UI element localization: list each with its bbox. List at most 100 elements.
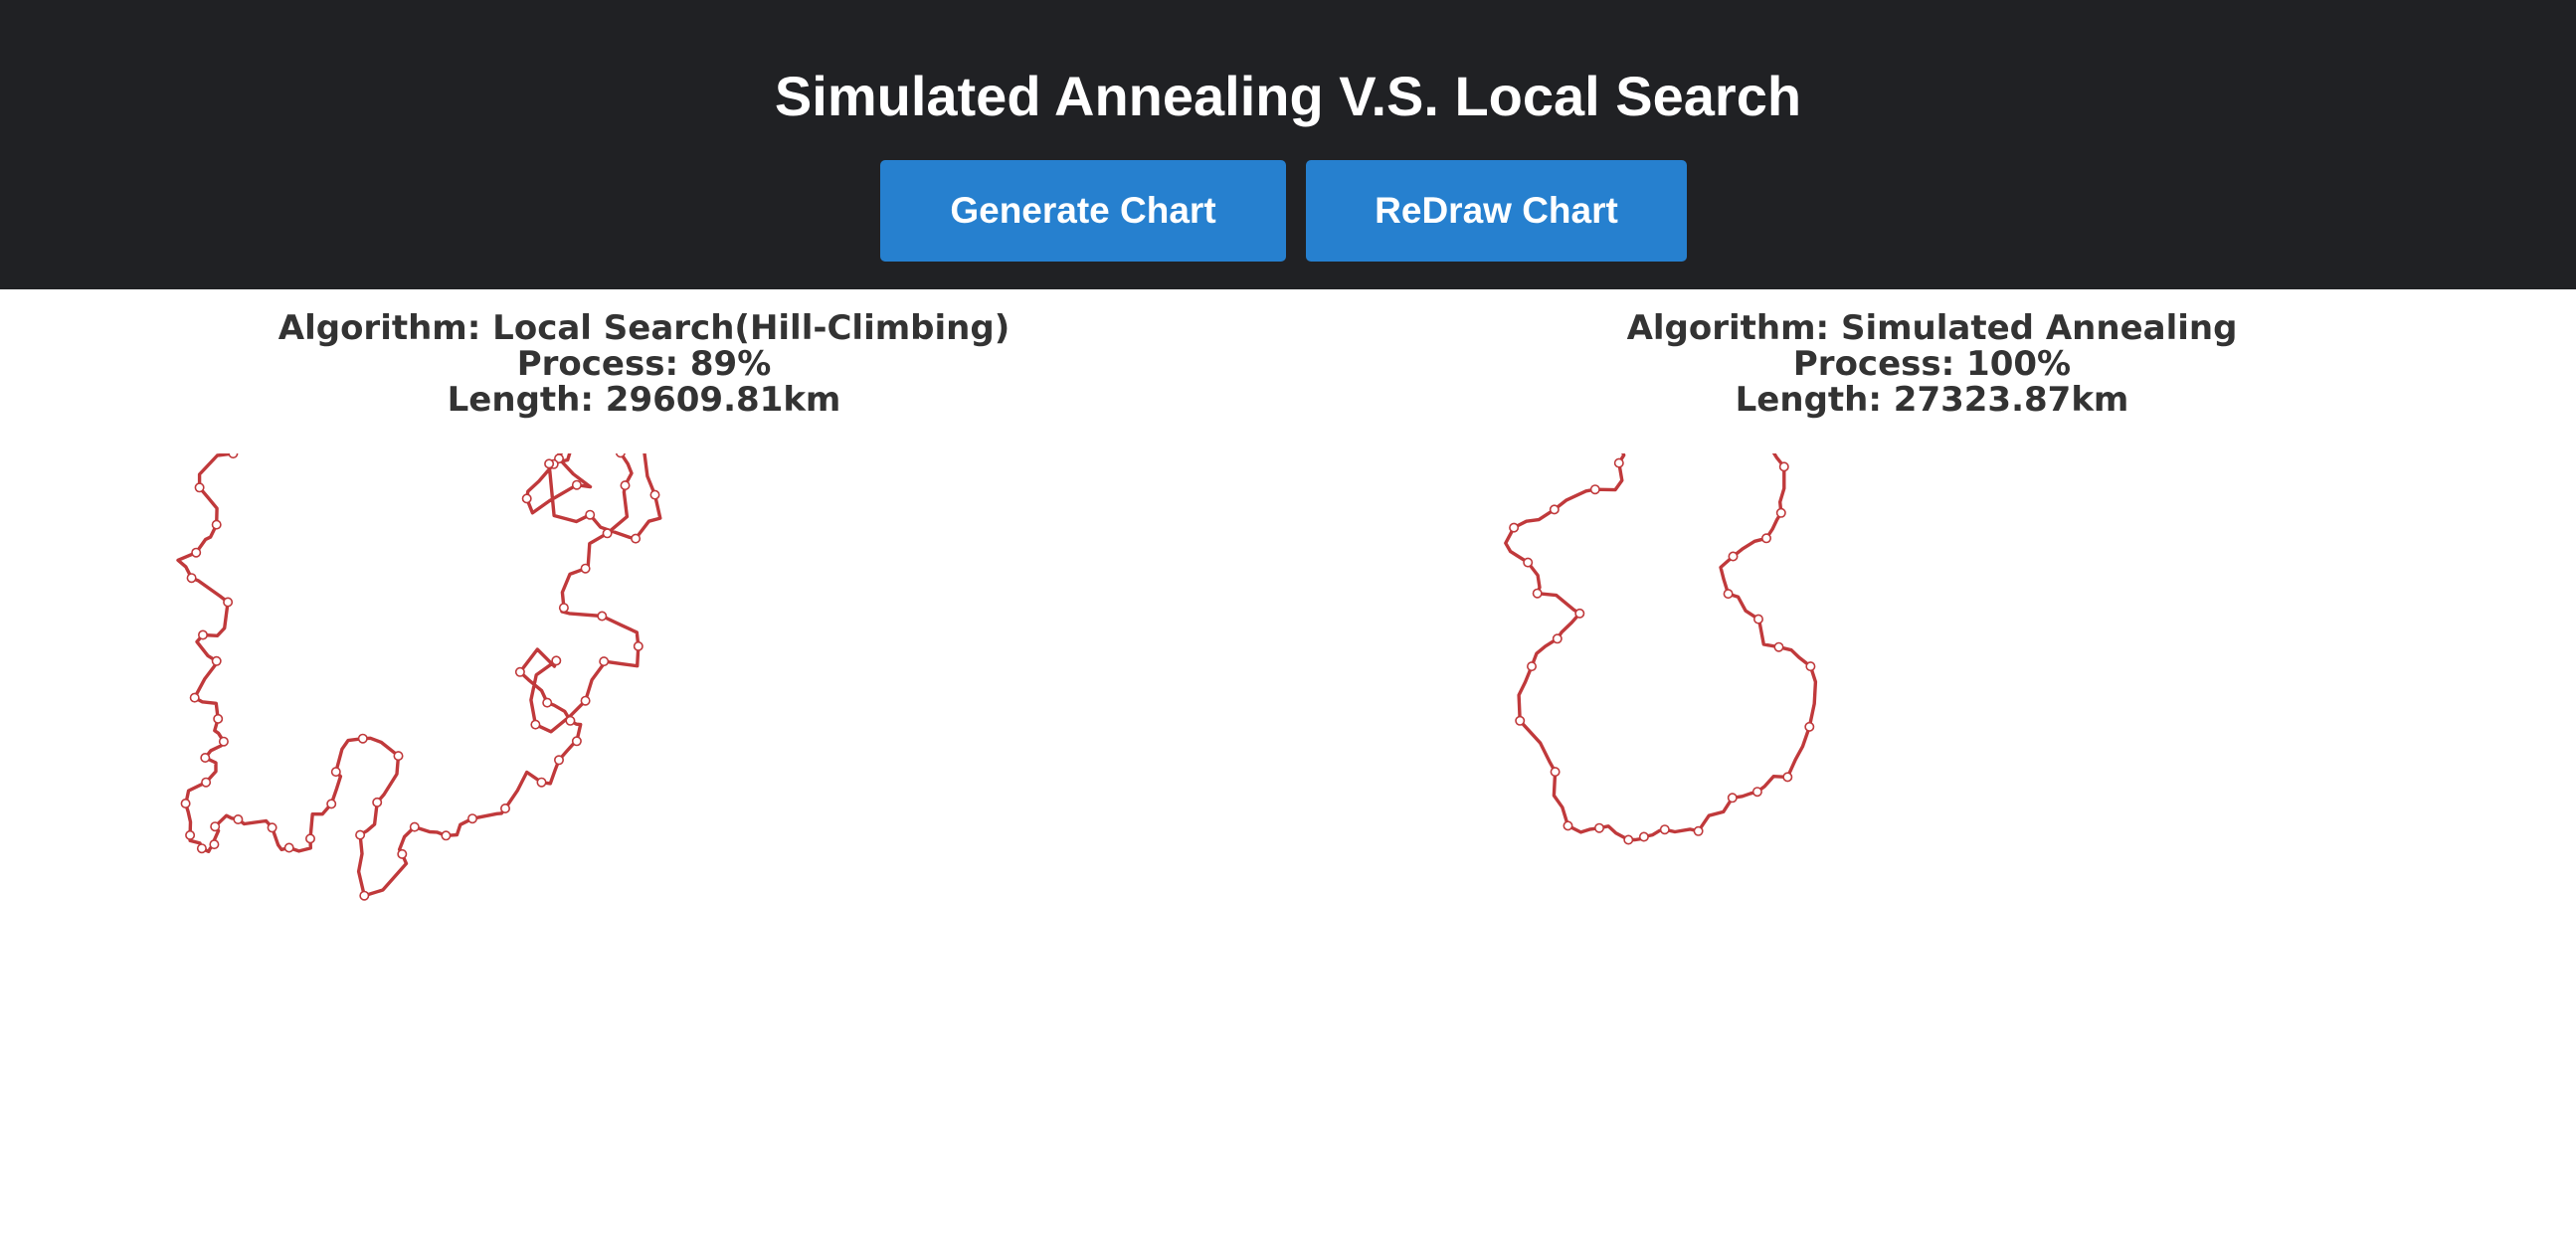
algorithm-label: Algorithm: Simulated Annealing	[1626, 308, 2238, 348]
city-point	[393, 751, 404, 762]
city-point	[305, 833, 316, 844]
city-point	[542, 697, 553, 708]
city-point	[565, 715, 576, 726]
city-point	[196, 843, 207, 854]
city-point	[441, 830, 452, 841]
city-point	[1509, 522, 1520, 533]
city-point	[1727, 793, 1738, 803]
simulated-annealing-tour-chart	[1504, 453, 1818, 845]
city-point	[1523, 557, 1534, 568]
city-point	[602, 528, 613, 539]
city-point	[571, 479, 582, 490]
city-point	[536, 777, 547, 788]
city-point	[1751, 787, 1762, 798]
city-point	[372, 797, 383, 807]
tour-path	[1504, 453, 1818, 842]
city-point	[1773, 641, 1784, 652]
city-point	[1552, 633, 1563, 644]
city-point	[615, 453, 626, 458]
length-label: Length: 29609.81km	[447, 380, 841, 420]
app-header: Simulated Annealing V.S. Local Search Ge…	[0, 0, 2576, 289]
city-point	[213, 713, 224, 724]
city-point	[1515, 715, 1526, 726]
city-point	[228, 453, 239, 459]
city-point	[201, 777, 212, 788]
city-point	[521, 493, 532, 504]
city-point	[1589, 484, 1600, 495]
city-point	[233, 813, 244, 824]
city-point	[1693, 825, 1704, 836]
city-point	[357, 733, 368, 744]
page-title: Simulated Annealing V.S. Local Search	[774, 65, 1802, 127]
city-point	[1527, 661, 1537, 672]
city-point	[1728, 551, 1739, 562]
city-point	[211, 655, 222, 666]
city-point	[1775, 507, 1786, 518]
algorithm-label: Algorithm: Local Search(Hill-Climbing)	[277, 308, 1011, 348]
city-point	[1723, 589, 1734, 600]
city-point	[210, 821, 221, 832]
city-point	[223, 597, 234, 608]
city-point	[514, 666, 525, 677]
city-point	[1761, 533, 1772, 544]
city-point	[1563, 820, 1573, 831]
city-point	[620, 480, 631, 491]
city-point	[631, 533, 642, 544]
city-point	[1623, 834, 1634, 845]
city-point	[1659, 824, 1670, 835]
city-point	[1804, 721, 1815, 732]
city-point	[649, 489, 660, 500]
city-point	[553, 755, 564, 766]
simulated-annealing-info: Algorithm: Simulated Annealing Process: …	[1288, 310, 2576, 418]
city-point	[530, 719, 541, 730]
generate-chart-button[interactable]: Generate Chart	[880, 160, 1286, 262]
city-point	[499, 803, 510, 813]
city-point	[1593, 822, 1604, 833]
city-point	[355, 829, 366, 840]
city-point	[267, 822, 277, 833]
city-point	[330, 767, 341, 778]
city-point	[409, 821, 420, 832]
length-label: Length: 27323.87km	[1735, 380, 2129, 420]
city-point	[558, 603, 569, 614]
city-point	[585, 509, 596, 520]
city-point	[1532, 588, 1543, 599]
city-point	[209, 839, 220, 850]
city-point	[599, 656, 610, 667]
tour-path	[176, 453, 662, 898]
city-point	[326, 799, 337, 809]
city-point	[1782, 772, 1793, 783]
city-point	[580, 563, 591, 574]
city-point	[359, 890, 370, 901]
city-point	[1613, 457, 1624, 468]
city-point	[1549, 504, 1560, 515]
city-point	[544, 458, 555, 469]
city-point	[597, 611, 608, 622]
city-point	[397, 848, 408, 859]
city-point	[467, 813, 478, 824]
city-point	[571, 736, 582, 747]
process-label: Process: 100%	[1792, 344, 2072, 384]
local-search-info: Algorithm: Local Search(Hill-Climbing) P…	[0, 310, 1288, 418]
city-point	[189, 692, 200, 703]
city-point	[551, 655, 562, 666]
process-label: Process: 89%	[516, 344, 772, 384]
city-point	[197, 629, 208, 640]
city-point	[1778, 461, 1789, 472]
city-point	[1638, 831, 1649, 842]
city-point	[1574, 608, 1585, 619]
city-point	[218, 736, 229, 747]
city-point	[283, 842, 294, 853]
city-point	[211, 519, 222, 530]
city-point	[185, 829, 196, 840]
city-point	[200, 753, 211, 764]
city-point	[194, 482, 205, 493]
redraw-chart-button[interactable]: ReDraw Chart	[1306, 160, 1687, 262]
city-point	[186, 573, 197, 584]
city-point	[180, 798, 191, 808]
city-point	[633, 640, 644, 651]
city-point	[1753, 614, 1764, 624]
city-point	[1805, 661, 1816, 672]
city-point	[580, 695, 591, 706]
city-point	[1550, 767, 1561, 778]
